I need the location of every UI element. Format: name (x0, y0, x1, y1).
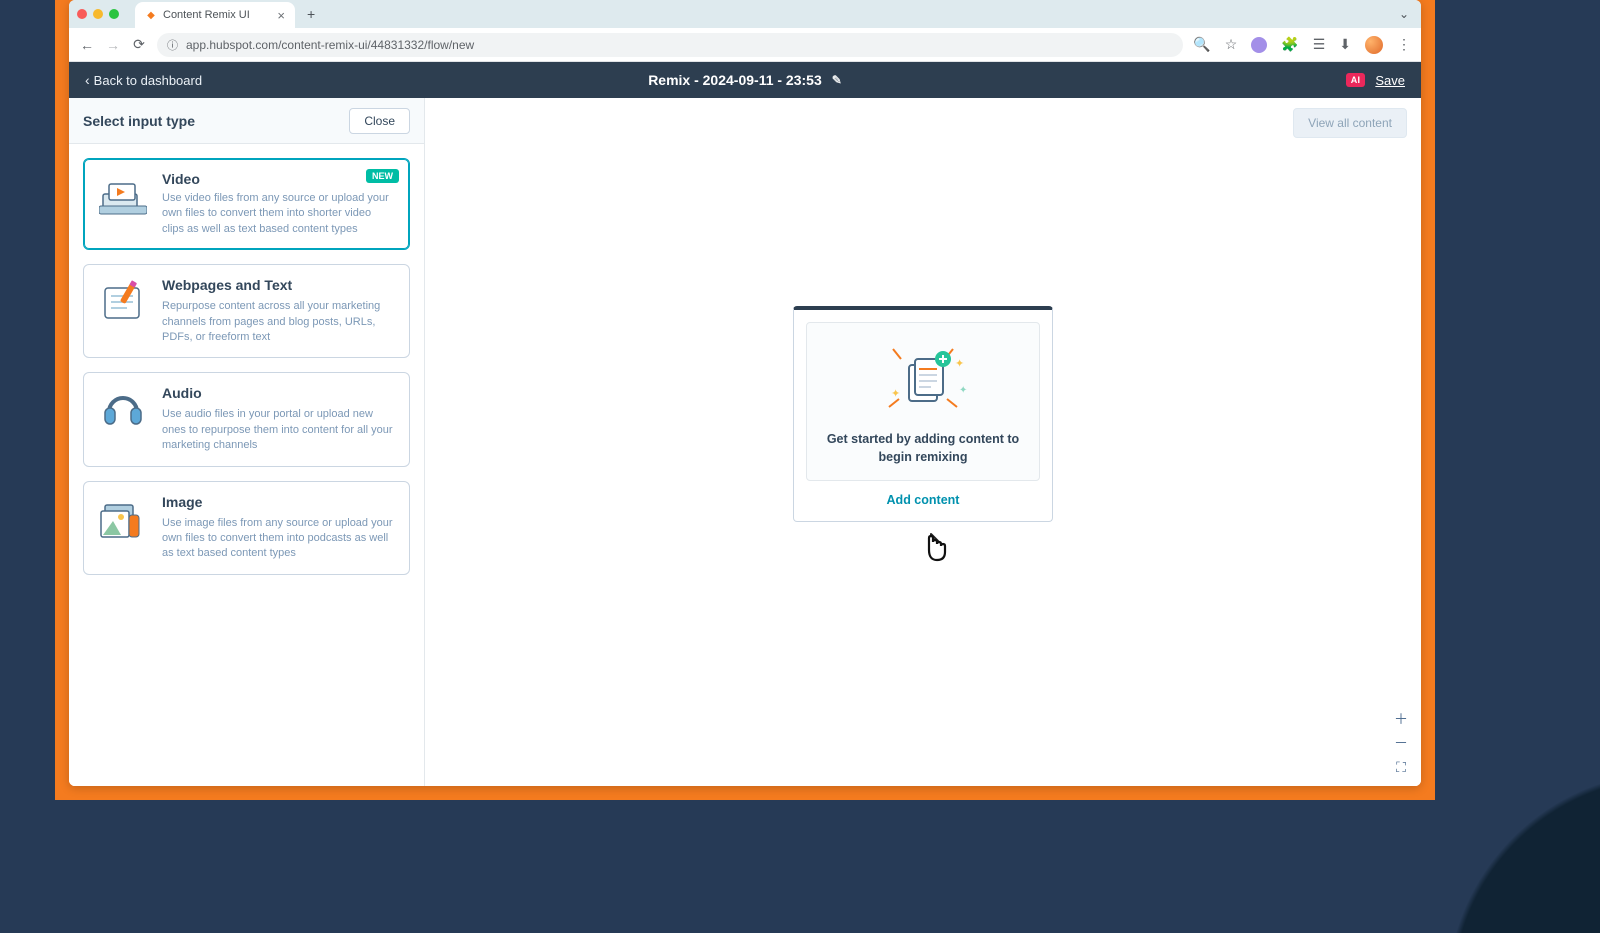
save-button[interactable]: Save (1375, 73, 1405, 88)
zoom-icon[interactable]: 🔍 (1193, 36, 1210, 53)
input-type-video[interactable]: Video NEW Use video files from any sourc… (83, 158, 410, 250)
browser-toolbar-icons: 🔍 ☆ 🧩 ☰ ⬇ ⋮ (1193, 36, 1411, 54)
new-tab-button[interactable]: + (301, 6, 321, 22)
sidebar-title: Select input type (83, 113, 195, 129)
sidebar-panel: Select input type Close (69, 98, 425, 786)
browser-tab[interactable]: ◆ Content Remix UI × (135, 2, 295, 28)
input-type-webpages-text[interactable]: Webpages and Text Repurpose content acro… (83, 264, 410, 358)
zoom-out-button[interactable]: － (1391, 734, 1411, 752)
image-icon (98, 494, 148, 544)
card-title: Audio (162, 385, 202, 401)
profile-avatar-icon[interactable] (1365, 36, 1383, 54)
chevron-left-icon: ‹ (85, 72, 90, 88)
ai-badge: AI (1346, 73, 1366, 87)
input-type-list: Video NEW Use video files from any sourc… (69, 144, 424, 589)
tab-favicon-icon: ◆ (145, 9, 157, 21)
zoom-controls: ＋ － ⛶ (1391, 710, 1411, 776)
tab-title: Content Remix UI (163, 9, 250, 21)
svg-text:✦: ✦ (891, 388, 900, 400)
view-all-content-button[interactable]: View all content (1293, 108, 1407, 138)
card-title: Image (162, 494, 202, 510)
back-label: Back to dashboard (94, 73, 202, 88)
svg-text:✦: ✦ (955, 358, 964, 370)
site-info-icon[interactable]: ⓘ (167, 37, 178, 53)
card-title: Video (162, 171, 200, 187)
text-icon (98, 277, 148, 327)
window-minimize-button[interactable] (93, 9, 103, 19)
canvas-area[interactable]: View all content ✦ ✦ ✦ (425, 98, 1421, 786)
sidebar-header: Select input type Close (69, 98, 424, 144)
cursor-pointer-icon (919, 530, 955, 571)
window-close-button[interactable] (77, 9, 87, 19)
svg-text:✦: ✦ (959, 385, 967, 396)
browser-tab-strip: ◆ Content Remix UI × + ⌄ (69, 0, 1421, 28)
empty-state-card: ✦ ✦ ✦ (793, 306, 1053, 522)
tab-close-icon[interactable]: × (277, 8, 285, 23)
window-maximize-button[interactable] (109, 9, 119, 19)
new-badge: NEW (366, 169, 399, 183)
app-header: ‹ Back to dashboard Remix - 2024-09-11 -… (69, 62, 1421, 98)
empty-state-illustration-icon: ✦ ✦ ✦ (873, 341, 973, 421)
extensions-puzzle-icon[interactable]: 🧩 (1281, 36, 1298, 53)
downloads-icon[interactable]: ⬇ (1339, 36, 1351, 53)
nav-reload-icon[interactable]: ⟳ (131, 36, 147, 53)
url-text: app.hubspot.com/content-remix-ui/4483133… (186, 38, 474, 52)
workspace: Select input type Close (69, 98, 1421, 786)
outer-presentation-frame: ◆ Content Remix UI × + ⌄ ← → ⟳ ⓘ app.hub… (55, 0, 1435, 800)
close-sidebar-button[interactable]: Close (349, 108, 410, 134)
card-description: Repurpose content across all your market… (162, 299, 395, 345)
back-to-dashboard-link[interactable]: ‹ Back to dashboard (85, 72, 202, 88)
browser-menu-icon[interactable]: ⋮ (1397, 36, 1411, 53)
add-content-link[interactable]: Add content (887, 493, 960, 507)
bookmark-icon[interactable]: ☆ (1225, 36, 1238, 53)
browser-nav-bar: ← → ⟳ ⓘ app.hubspot.com/content-remix-ui… (69, 28, 1421, 62)
tabs-dropdown-icon[interactable]: ⌄ (1393, 5, 1415, 23)
browser-window: ◆ Content Remix UI × + ⌄ ← → ⟳ ⓘ app.hub… (69, 0, 1421, 786)
reading-list-icon[interactable]: ☰ (1313, 36, 1326, 53)
window-controls (77, 9, 119, 19)
zoom-in-button[interactable]: ＋ (1391, 710, 1411, 728)
card-description: Use video files from any source or uploa… (162, 191, 395, 237)
video-icon (98, 171, 148, 221)
input-type-image[interactable]: Image Use image files from any source or… (83, 481, 410, 575)
fullscreen-button[interactable]: ⛶ (1391, 758, 1411, 776)
input-type-audio[interactable]: Audio Use audio files in your portal or … (83, 372, 410, 466)
title-text: Remix - 2024-09-11 - 23:53 (648, 72, 822, 88)
audio-icon (98, 385, 148, 435)
address-bar[interactable]: ⓘ app.hubspot.com/content-remix-ui/44831… (157, 33, 1183, 57)
card-description: Use image files from any source or uploa… (162, 516, 395, 562)
extension-icon[interactable] (1251, 37, 1267, 53)
empty-state-text: Get started by adding content to begin r… (815, 431, 1031, 466)
card-title: Webpages and Text (162, 277, 292, 293)
nav-back-icon[interactable]: ← (79, 37, 95, 53)
nav-forward-icon[interactable]: → (105, 37, 121, 53)
page-title: Remix - 2024-09-11 - 23:53 ✎ (648, 72, 842, 88)
edit-title-icon[interactable]: ✎ (832, 73, 842, 87)
card-description: Use audio files in your portal or upload… (162, 407, 395, 453)
